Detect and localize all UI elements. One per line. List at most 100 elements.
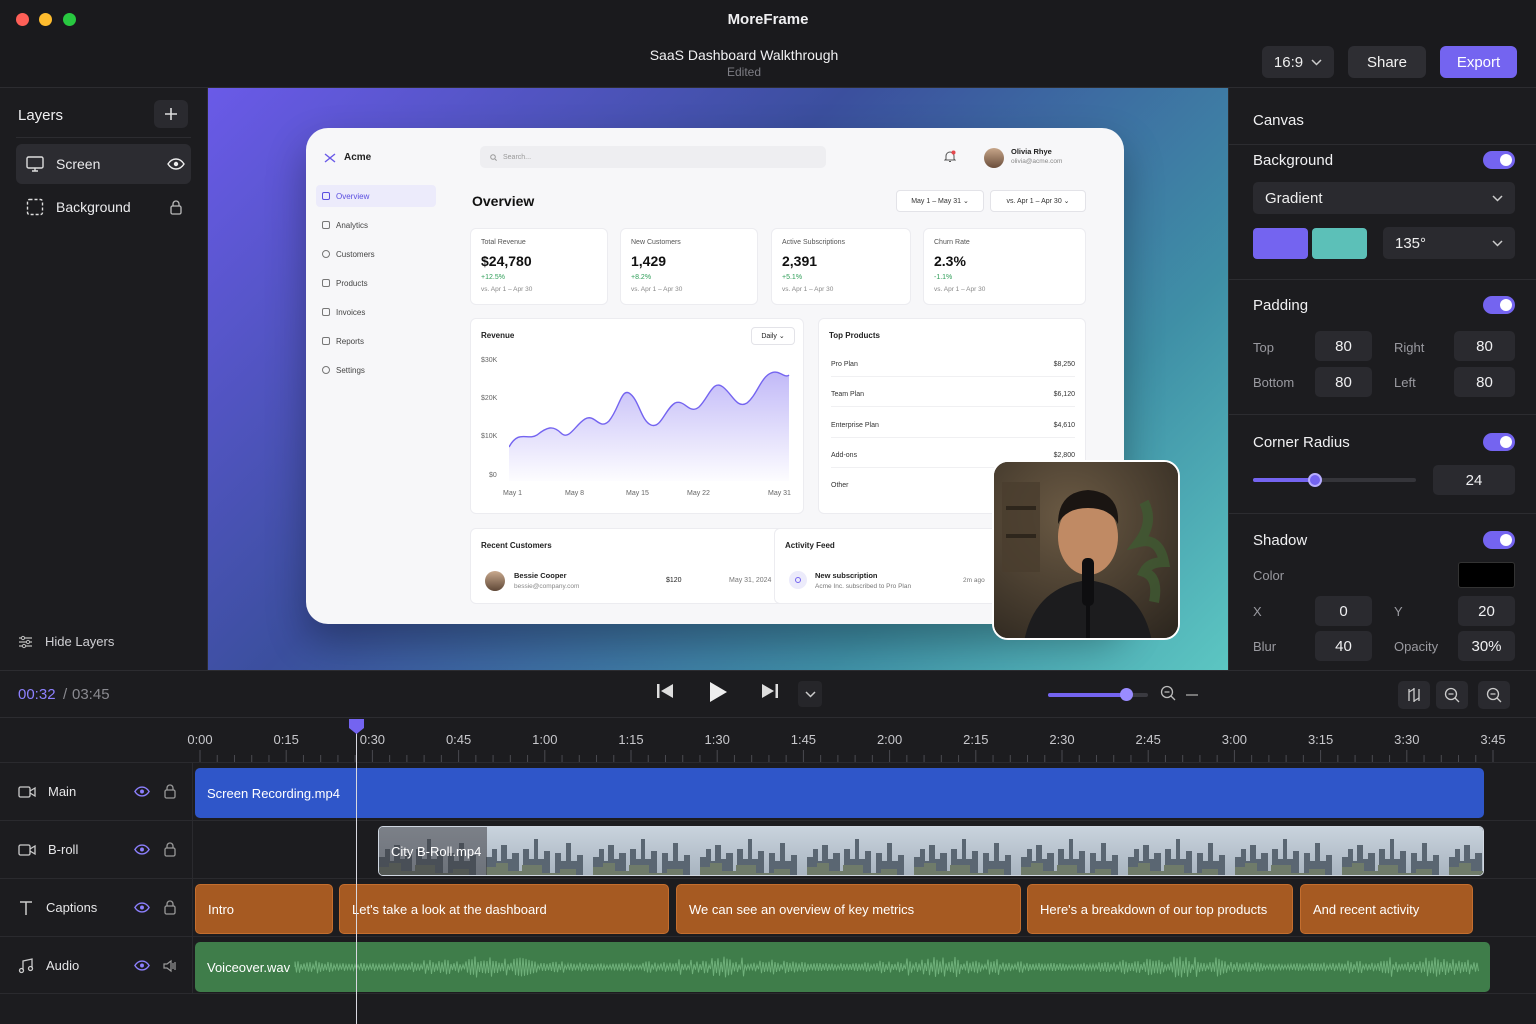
timeline-zoom-handle[interactable] (1120, 688, 1133, 701)
corner-radius-label: Corner Radius (1253, 434, 1350, 451)
customer-email: bessie@company.com (514, 583, 580, 590)
gradient-color-end-swatch[interactable] (1312, 228, 1367, 259)
padding-left-input[interactable]: 80 (1454, 367, 1515, 397)
add-layer-button[interactable] (154, 100, 188, 128)
clip-screen-recording[interactable]: Screen Recording.mp4 (195, 768, 1484, 818)
audio-waveform (294, 956, 1479, 978)
timeline-zoom-slider[interactable] (1048, 688, 1148, 701)
x-tick: May 15 (626, 490, 649, 497)
track-name: Captions (46, 900, 98, 915)
layer-label: Screen (56, 156, 101, 172)
background-type-value: Gradient (1265, 189, 1323, 207)
activity-time: 2m ago (963, 577, 985, 584)
padding-top-input[interactable]: 80 (1315, 331, 1372, 361)
layer-screen[interactable]: Screen (16, 144, 191, 184)
gradient-color-start-swatch[interactable] (1253, 228, 1308, 259)
preview-search: Search... (480, 146, 826, 168)
lock-icon (164, 842, 176, 857)
eye-icon (134, 902, 150, 913)
customer-amount: $120 (666, 577, 682, 584)
skip-back-button[interactable] (656, 683, 674, 699)
split-clip-button[interactable] (1398, 681, 1430, 709)
canvas-stage[interactable]: Acme Search... Olivia Rhye olivia@acme.c… (208, 88, 1228, 670)
timeline-ruler[interactable]: 0:00 0:15 0:30 0:45 1:00 1:15 1:30 1:45 2:00 2:15… (187, 718, 1536, 762)
track-header: Captions (0, 879, 193, 936)
preview-page-title: Overview (472, 193, 535, 209)
user-avatar (984, 148, 1004, 168)
padding-right-label: Right (1394, 340, 1425, 355)
clip-voiceover[interactable]: Voiceover.wav (195, 942, 1490, 992)
padding-bottom-label: Bottom (1253, 375, 1295, 390)
shadow-opacity-input[interactable]: 30% (1458, 631, 1515, 661)
corner-radius-slider-handle[interactable] (1307, 473, 1322, 487)
track-visibility-toggle[interactable] (130, 902, 154, 913)
hide-layers-button[interactable]: Hide Layers (18, 634, 114, 649)
shadow-color-swatch[interactable] (1458, 562, 1515, 588)
clip-city-broll[interactable]: City B-Roll.mp4 (378, 826, 1484, 876)
shadow-y-input[interactable]: 20 (1458, 596, 1515, 626)
chevron-down-icon (1311, 58, 1322, 66)
eye-icon (134, 786, 150, 797)
ruler-label: 2:45 (1135, 732, 1161, 747)
corner-radius-slider[interactable] (1253, 473, 1416, 487)
zoom-out-icon (1486, 687, 1502, 703)
background-toggle[interactable] (1483, 151, 1515, 169)
track-lock-toggle[interactable] (158, 900, 182, 915)
zoom-in-button[interactable] (1436, 681, 1468, 709)
y-tick: $0 (489, 472, 497, 479)
shadow-blur-input[interactable]: 40 (1315, 631, 1372, 661)
zoom-out-button[interactable] (1478, 681, 1510, 709)
caption-clip[interactable]: Here's a breakdown of our top products (1027, 884, 1293, 934)
user-email: olivia@acme.com (1011, 158, 1063, 165)
layers-panel: Layers Screen Background Hide Layers (0, 88, 208, 670)
shadow-opacity-label: Opacity (1394, 639, 1439, 654)
skip-forward-button[interactable] (761, 683, 779, 699)
video-icon (18, 843, 36, 856)
track-visibility-toggle[interactable] (130, 844, 154, 855)
kpi-card: Active Subscriptions 2,391 +5.1% vs. Apr 1… (771, 228, 911, 305)
corner-radius-input[interactable]: 24 (1433, 465, 1515, 495)
padding-right-input[interactable]: 80 (1454, 331, 1515, 361)
padding-toggle[interactable] (1483, 296, 1515, 314)
caption-clip[interactable]: Let's take a look at the dashboard (339, 884, 669, 934)
corner-radius-toggle[interactable] (1483, 433, 1515, 451)
track-visibility-toggle[interactable] (130, 960, 154, 971)
layer-lock-toggle[interactable] (161, 199, 191, 215)
shadow-toggle[interactable] (1483, 531, 1515, 549)
background-type-select[interactable]: Gradient (1253, 182, 1515, 214)
aspect-ratio-value: 16:9 (1273, 53, 1304, 71)
customer-name: Bessie Cooper (514, 571, 567, 580)
shadow-label: Shadow (1253, 532, 1308, 549)
eye-icon (134, 844, 150, 855)
title-bar: MoreFrame SaaS Dashboard Walkthrough Edi… (0, 0, 1536, 88)
track-main: Main Screen Recording.mp4 (0, 762, 1536, 820)
playback-options-button[interactable] (798, 681, 822, 707)
play-button[interactable] (708, 681, 728, 703)
layer-background[interactable]: Background (16, 187, 191, 227)
nav-item-overview: Overview (316, 185, 436, 207)
caption-clip[interactable]: We can see an overview of key metrics (676, 884, 1021, 934)
granularity-select: Daily ⌄ (751, 327, 795, 345)
sliders-icon (19, 635, 32, 648)
padding-bottom-input[interactable]: 80 (1315, 367, 1372, 397)
share-button[interactable]: Share (1348, 46, 1426, 78)
layer-visibility-toggle[interactable] (161, 158, 191, 170)
track-visibility-toggle[interactable] (130, 786, 154, 797)
playhead-handle[interactable] (348, 718, 365, 734)
layer-label: Background (56, 199, 131, 215)
zoom-out-small-button[interactable] (1160, 685, 1176, 701)
track-lock-toggle[interactable] (158, 784, 182, 799)
aspect-ratio-dropdown[interactable]: 16:9 (1262, 46, 1334, 78)
shadow-x-input[interactable]: 0 (1315, 596, 1372, 626)
gradient-angle-select[interactable]: 135° (1383, 227, 1515, 259)
caption-clip[interactable]: Intro (195, 884, 333, 934)
export-button[interactable]: Export (1440, 46, 1517, 78)
kpi-card: Churn Rate 2.3% -1.1% vs. Apr 1 – Apr 30 (923, 228, 1086, 305)
revenue-title: Revenue (481, 331, 515, 340)
nav-item-analytics: Analytics (316, 214, 436, 236)
ruler-label: 2:00 (876, 732, 903, 747)
caption-clip[interactable]: And recent activity (1300, 884, 1473, 934)
track-mute-toggle[interactable] (158, 959, 182, 973)
track-lock-toggle[interactable] (158, 842, 182, 857)
webcam-overlay[interactable] (992, 460, 1180, 640)
